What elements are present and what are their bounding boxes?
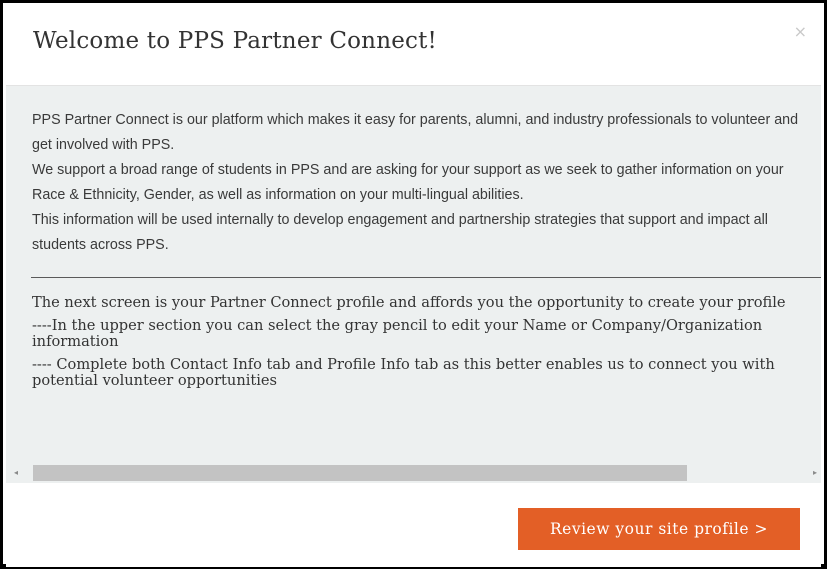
scroll-left-arrow-icon[interactable]: ◂ xyxy=(10,465,22,481)
scrollbar-thumb[interactable] xyxy=(33,465,687,481)
horizontal-scrollbar[interactable]: ◂ ▸ xyxy=(6,465,821,481)
modal-title: Welcome to PPS Partner Connect! xyxy=(33,28,437,54)
modal-footer: Review your site profile > xyxy=(6,484,821,567)
modal-header: Welcome to PPS Partner Connect! × xyxy=(6,6,821,86)
guide-paragraph-tabs: ---- Complete both Contact Info tab and … xyxy=(32,356,775,389)
modal-dialog: Welcome to PPS Partner Connect! × PPS Pa… xyxy=(0,0,827,569)
horizontal-divider xyxy=(31,277,821,278)
close-icon[interactable]: × xyxy=(794,24,807,40)
modal-body: PPS Partner Connect is our platform whic… xyxy=(6,86,821,483)
profile-guide-text: The next screen is your Partner Connect … xyxy=(32,295,812,396)
intro-paragraph-support: We support a broad range of students in … xyxy=(32,162,784,203)
intro-paragraph-platform: PPS Partner Connect is our platform whic… xyxy=(32,112,799,153)
intro-text: PPS Partner Connect is our platform whic… xyxy=(32,108,802,258)
guide-paragraph-next-screen: The next screen is your Partner Connect … xyxy=(32,294,786,311)
review-site-profile-button[interactable]: Review your site profile > xyxy=(518,508,800,550)
intro-paragraph-usage: This information will be used internally… xyxy=(32,212,768,253)
guide-paragraph-pencil: ----In the upper section you can select … xyxy=(32,317,763,350)
scroll-right-arrow-icon[interactable]: ▸ xyxy=(809,465,821,481)
